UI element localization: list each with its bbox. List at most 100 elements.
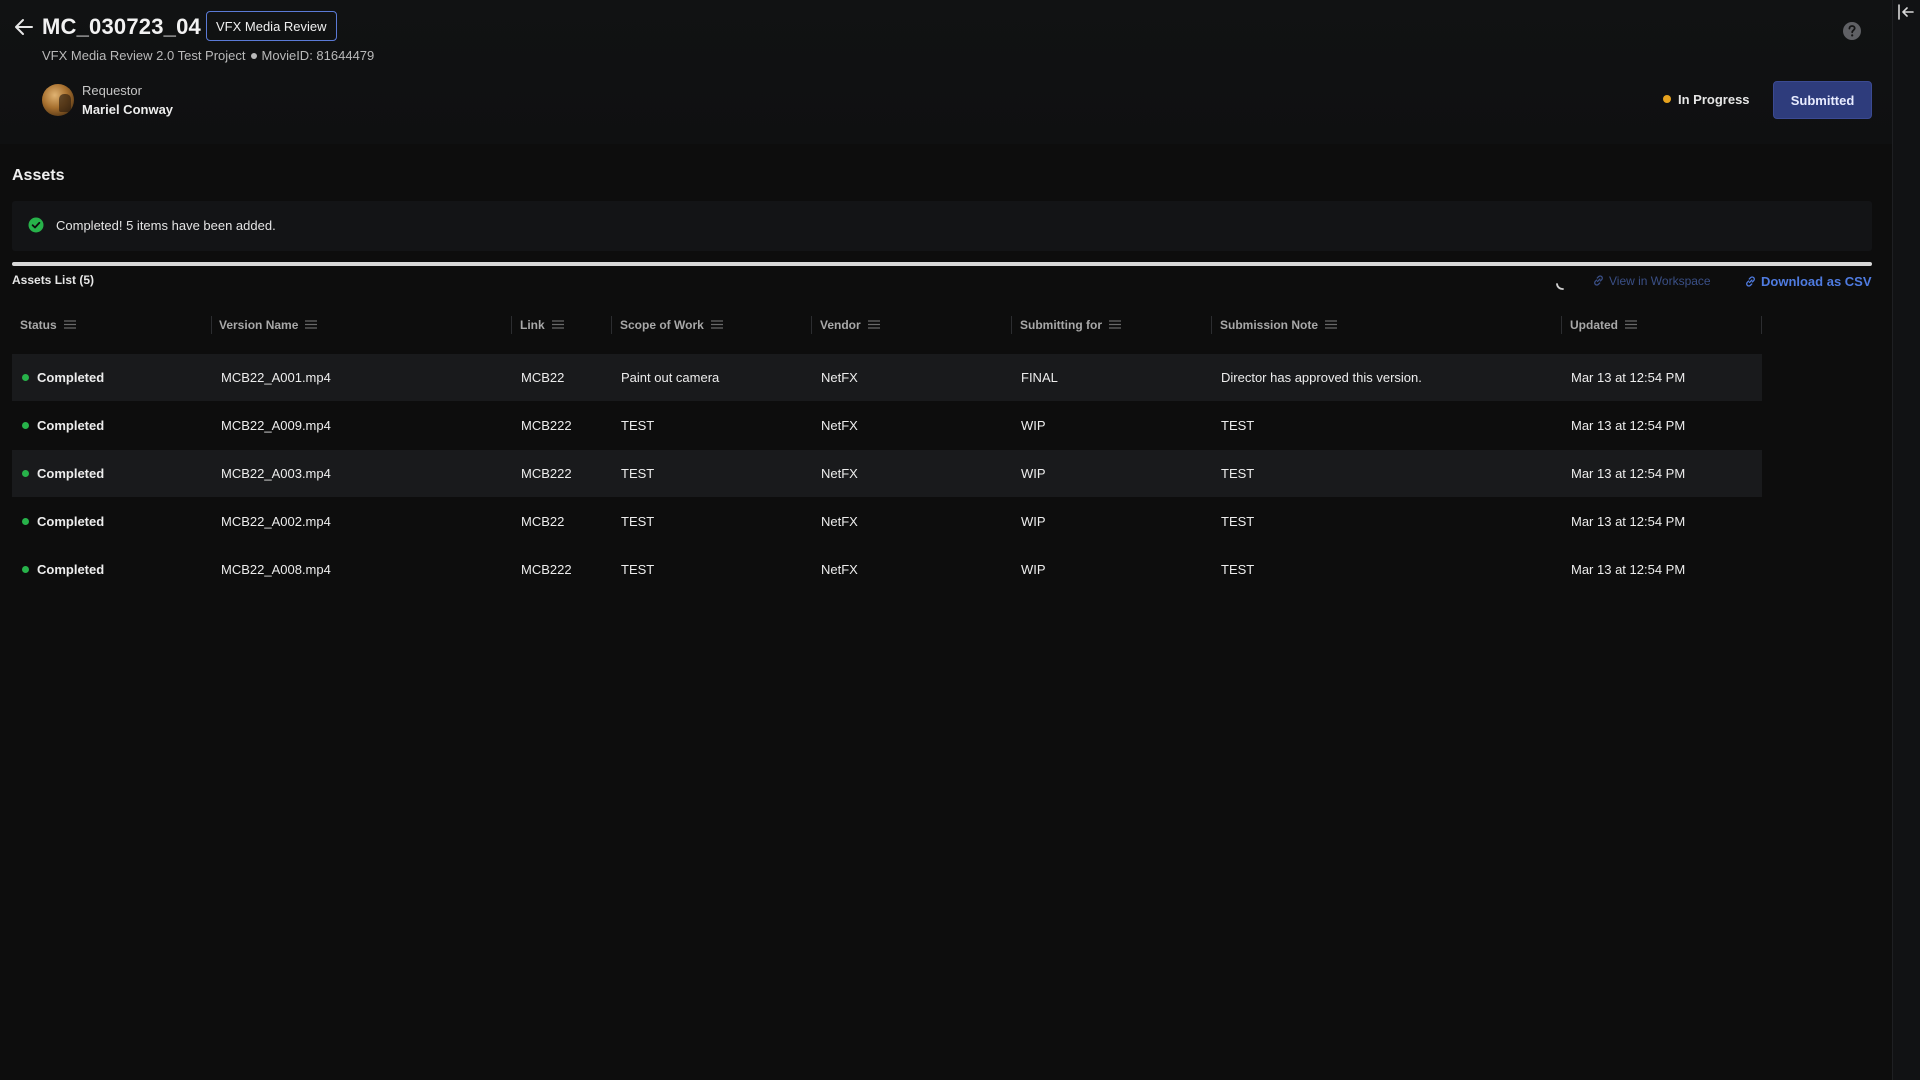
updated-cell: Mar 13 at 12:54 PM — [1571, 562, 1686, 577]
scope-cell: TEST — [621, 418, 655, 433]
project-tag[interactable]: VFX Media Review — [206, 11, 337, 41]
menu-lines-icon[interactable] — [551, 320, 564, 329]
right-side-panel — [1892, 0, 1920, 1080]
menu-lines-icon[interactable] — [63, 320, 76, 329]
submission-note-cell: TEST — [1221, 562, 1255, 577]
column-divider[interactable] — [811, 316, 812, 334]
column-divider[interactable] — [1211, 316, 1212, 334]
table-row[interactable]: Completed MCB22_A009.mp4 MCB222 TEST Net… — [12, 402, 1762, 449]
vendor-cell: NetFX — [821, 514, 858, 529]
column-header-label: Submitting for — [1020, 318, 1102, 332]
submitting-for-cell: WIP — [1021, 514, 1046, 529]
collapse-panel-icon[interactable] — [1896, 2, 1916, 22]
link-icon — [1746, 276, 1755, 287]
column-header-label: Vendor — [820, 318, 861, 332]
menu-lines-icon[interactable] — [1625, 320, 1637, 329]
updated-cell: Mar 13 at 12:54 PM — [1571, 418, 1686, 433]
avatar — [42, 84, 74, 116]
column-divider[interactable] — [1561, 316, 1562, 334]
submitting-for-cell: WIP — [1021, 562, 1046, 577]
column-header-label: Submission Note — [1220, 318, 1319, 332]
updated-cell: Mar 13 at 12:54 PM — [1571, 370, 1686, 385]
status-label: Completed — [37, 418, 105, 433]
menu-lines-icon[interactable] — [710, 320, 723, 329]
table-row[interactable]: Completed MCB22_A003.mp4 MCB222 TEST Net… — [12, 450, 1762, 497]
version-name-cell: MCB22_A001.mp4 — [221, 370, 331, 385]
view-in-workspace-link[interactable]: View in Workspace — [1592, 274, 1711, 288]
column-header-version-name[interactable]: Version Name — [211, 310, 511, 340]
link-cell: MCB222 — [521, 562, 572, 577]
upload-progress-bar — [12, 262, 1872, 266]
menu-lines-icon[interactable] — [1108, 320, 1121, 329]
submitting-for-cell: WIP — [1021, 466, 1046, 481]
download-csv-link[interactable]: Download as CSV — [1744, 274, 1872, 289]
page-title: MC_030723_04 — [42, 14, 201, 39]
status-cell: Completed — [22, 546, 104, 593]
status-cell: Completed — [22, 498, 104, 545]
column-header-updated[interactable]: Updated — [1562, 310, 1762, 340]
link-cell: MCB22 — [521, 514, 565, 529]
vendor-cell: NetFX — [821, 562, 858, 577]
column-header-status[interactable]: Status — [12, 310, 212, 340]
view-in-workspace-label: View in Workspace — [1609, 274, 1711, 288]
table-row[interactable]: Completed MCB22_A002.mp4 MCB22 TEST NetF… — [12, 498, 1762, 545]
column-divider[interactable] — [1011, 316, 1012, 334]
column-divider[interactable] — [511, 316, 512, 334]
project-name: VFX Media Review 2.0 Test Project — [42, 48, 246, 63]
version-name-cell: MCB22_A008.mp4 — [221, 562, 331, 577]
submitting-for-cell: WIP — [1021, 418, 1046, 433]
column-divider[interactable] — [211, 316, 212, 334]
status-dot — [22, 470, 29, 477]
request-header: MC_030723_04 VFX Media Review VFX Media … — [0, 0, 1893, 144]
menu-lines-icon[interactable] — [305, 320, 318, 329]
status-dot — [1663, 95, 1671, 103]
status-text: In Progress — [1678, 92, 1750, 107]
submission-note-cell: TEST — [1221, 514, 1255, 529]
scope-cell: TEST — [621, 514, 655, 529]
upload-progress-fill — [12, 262, 1872, 266]
table-row[interactable]: Completed MCB22_A001.mp4 MCB22 Paint out… — [12, 354, 1762, 401]
status-dot — [22, 566, 29, 573]
requestor-label: Requestor — [82, 83, 142, 98]
status-cell: Completed — [22, 450, 104, 497]
submission-note-cell: Director has approved this version. — [1221, 370, 1422, 385]
menu-lines-icon[interactable] — [867, 320, 880, 329]
submitted-button[interactable]: Submitted — [1773, 81, 1872, 119]
column-divider[interactable] — [611, 316, 612, 334]
movie-id: MovieID: 81644479 — [261, 48, 375, 63]
requestor-name: Mariel Conway — [82, 102, 174, 117]
spinner-icon — [1556, 283, 1564, 290]
question-circle-icon[interactable] — [1842, 21, 1862, 41]
separator-dot — [250, 53, 257, 60]
status-dot — [22, 374, 29, 381]
submitting-for-cell: FINAL — [1021, 370, 1058, 385]
link-cell: MCB222 — [521, 418, 572, 433]
link-icon — [1594, 275, 1603, 286]
request-status: In Progress — [1663, 92, 1750, 107]
version-name-cell: MCB22_A002.mp4 — [221, 514, 331, 529]
column-header-link[interactable]: Link — [512, 310, 612, 340]
download-csv-label: Download as CSV — [1761, 274, 1872, 289]
column-header-vendor[interactable]: Vendor — [812, 310, 1012, 340]
column-header-label: Version Name — [219, 318, 299, 332]
table-header: Status Version Name Link Scope of Work V… — [12, 310, 1762, 340]
project-subtitle: VFX Media Review 2.0 Test Project MovieID… — [42, 48, 374, 63]
menu-lines-icon[interactable] — [1325, 320, 1338, 329]
column-header-submission-note[interactable]: Submission Note — [1212, 310, 1562, 340]
table-row[interactable]: Completed MCB22_A008.mp4 MCB222 TEST Net… — [12, 546, 1762, 593]
link-cell: MCB222 — [521, 466, 572, 481]
assets-section-title: Assets — [12, 167, 65, 184]
updated-cell: Mar 13 at 12:54 PM — [1571, 466, 1686, 481]
submission-note-cell: TEST — [1221, 418, 1255, 433]
column-header-submitting-for[interactable]: Submitting for — [1012, 310, 1212, 340]
scope-cell: Paint out camera — [621, 370, 720, 385]
status-label: Completed — [37, 370, 105, 385]
status-dot — [22, 422, 29, 429]
submission-note-cell: TEST — [1221, 466, 1255, 481]
check-circle-icon — [28, 217, 44, 233]
column-header-label: Link — [520, 318, 545, 332]
status-cell: Completed — [22, 402, 104, 449]
column-divider[interactable] — [1761, 316, 1762, 334]
column-header-scope-of-work[interactable]: Scope of Work — [612, 310, 812, 340]
arrow-left-icon[interactable] — [13, 16, 35, 38]
